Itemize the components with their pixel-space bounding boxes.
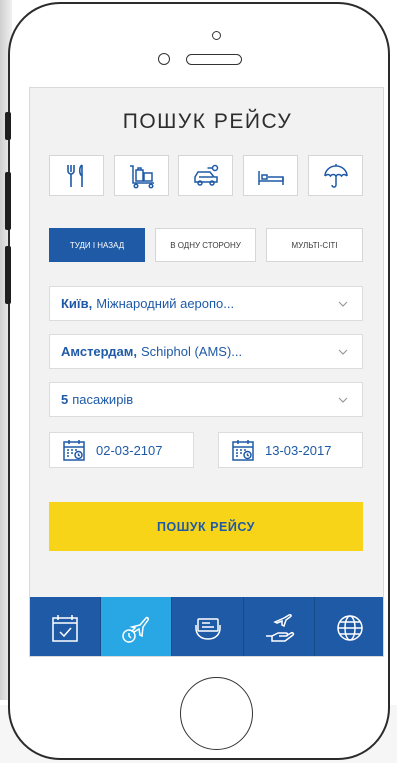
category-insurance[interactable]: [308, 155, 363, 196]
tab-flights[interactable]: [101, 597, 173, 656]
trip-multi-city-button[interactable]: МУЛЬТІ-СІТІ: [266, 228, 363, 262]
trip-round-button[interactable]: ТУДИ І НАЗАД: [49, 228, 145, 262]
origin-select[interactable]: Київ, Міжнародний аеропо...: [49, 286, 363, 321]
front-camera: [212, 31, 221, 40]
tab-online-checkin[interactable]: [243, 597, 315, 656]
flight-clock-icon: [122, 616, 150, 643]
home-button[interactable]: [180, 677, 253, 750]
trip-type-selector: ТУДИ І НАЗАД В ОДНУ СТОРОНУ МУЛЬТІ-СІТІ: [49, 228, 363, 262]
earpiece-speaker: [186, 54, 242, 65]
destination-city: Амстердам,: [61, 344, 137, 359]
calendar-icon: [63, 440, 85, 461]
volume-down-button: [5, 246, 11, 304]
tab-destinations[interactable]: [314, 597, 383, 656]
destination-airport: Schiphol (AMS)...: [141, 344, 243, 359]
category-restaurant[interactable]: [49, 155, 104, 196]
category-hotel[interactable]: [243, 155, 298, 196]
trip-one-way-button[interactable]: В ОДНУ СТОРОНУ: [155, 228, 256, 262]
globe-icon: [337, 614, 363, 641]
passenger-label: пасажирів: [72, 392, 134, 407]
tab-checkin[interactable]: [30, 597, 102, 656]
volume-up-button: [5, 172, 11, 230]
origin-city: Київ,: [61, 296, 93, 311]
car-rental-icon: [193, 164, 218, 186]
category-baggage[interactable]: [114, 155, 169, 196]
bed-icon: [257, 170, 284, 185]
mute-switch: [5, 112, 11, 140]
bottom-tab-bar: [30, 597, 383, 656]
page-title: ПОШУК РЕЙСУ: [122, 110, 293, 133]
chevron-down-icon: [338, 397, 348, 403]
destination-select[interactable]: Амстердам, Schiphol (AMS)...: [49, 334, 363, 369]
luggage-cart-icon: [129, 164, 154, 189]
fork-knife-icon: [66, 163, 83, 187]
passengers-select[interactable]: 5 пасажирів: [49, 382, 363, 417]
checkbox-calendar-icon: [52, 614, 78, 642]
chevron-down-icon: [338, 301, 348, 307]
category-car-rental[interactable]: [178, 155, 233, 196]
plane-hand-icon: [265, 613, 294, 642]
search-flight-button[interactable]: ПОШУК РЕЙСУ: [49, 502, 363, 551]
depart-date-value: 02-03-2107: [96, 442, 163, 458]
depart-date-field[interactable]: 02-03-2107: [49, 432, 194, 468]
umbrella-icon: [323, 163, 348, 188]
return-date-value: 13-03-2017: [265, 442, 332, 458]
origin-airport: Міжнародний аеропо...: [96, 296, 235, 311]
category-row: [49, 155, 363, 196]
proximity-sensor: [158, 53, 170, 65]
tab-tickets[interactable]: [172, 597, 244, 656]
return-date-field[interactable]: 13-03-2017: [218, 432, 363, 468]
app-screen: ПОШУК РЕЙСУ ТУДИ І НАЗАД В ОДНУ СТОРОНУ …: [29, 87, 384, 657]
passenger-count: 5: [61, 392, 69, 407]
chevron-down-icon: [338, 349, 348, 355]
ticket-hand-icon: [194, 617, 221, 640]
calendar-icon: [232, 440, 254, 461]
